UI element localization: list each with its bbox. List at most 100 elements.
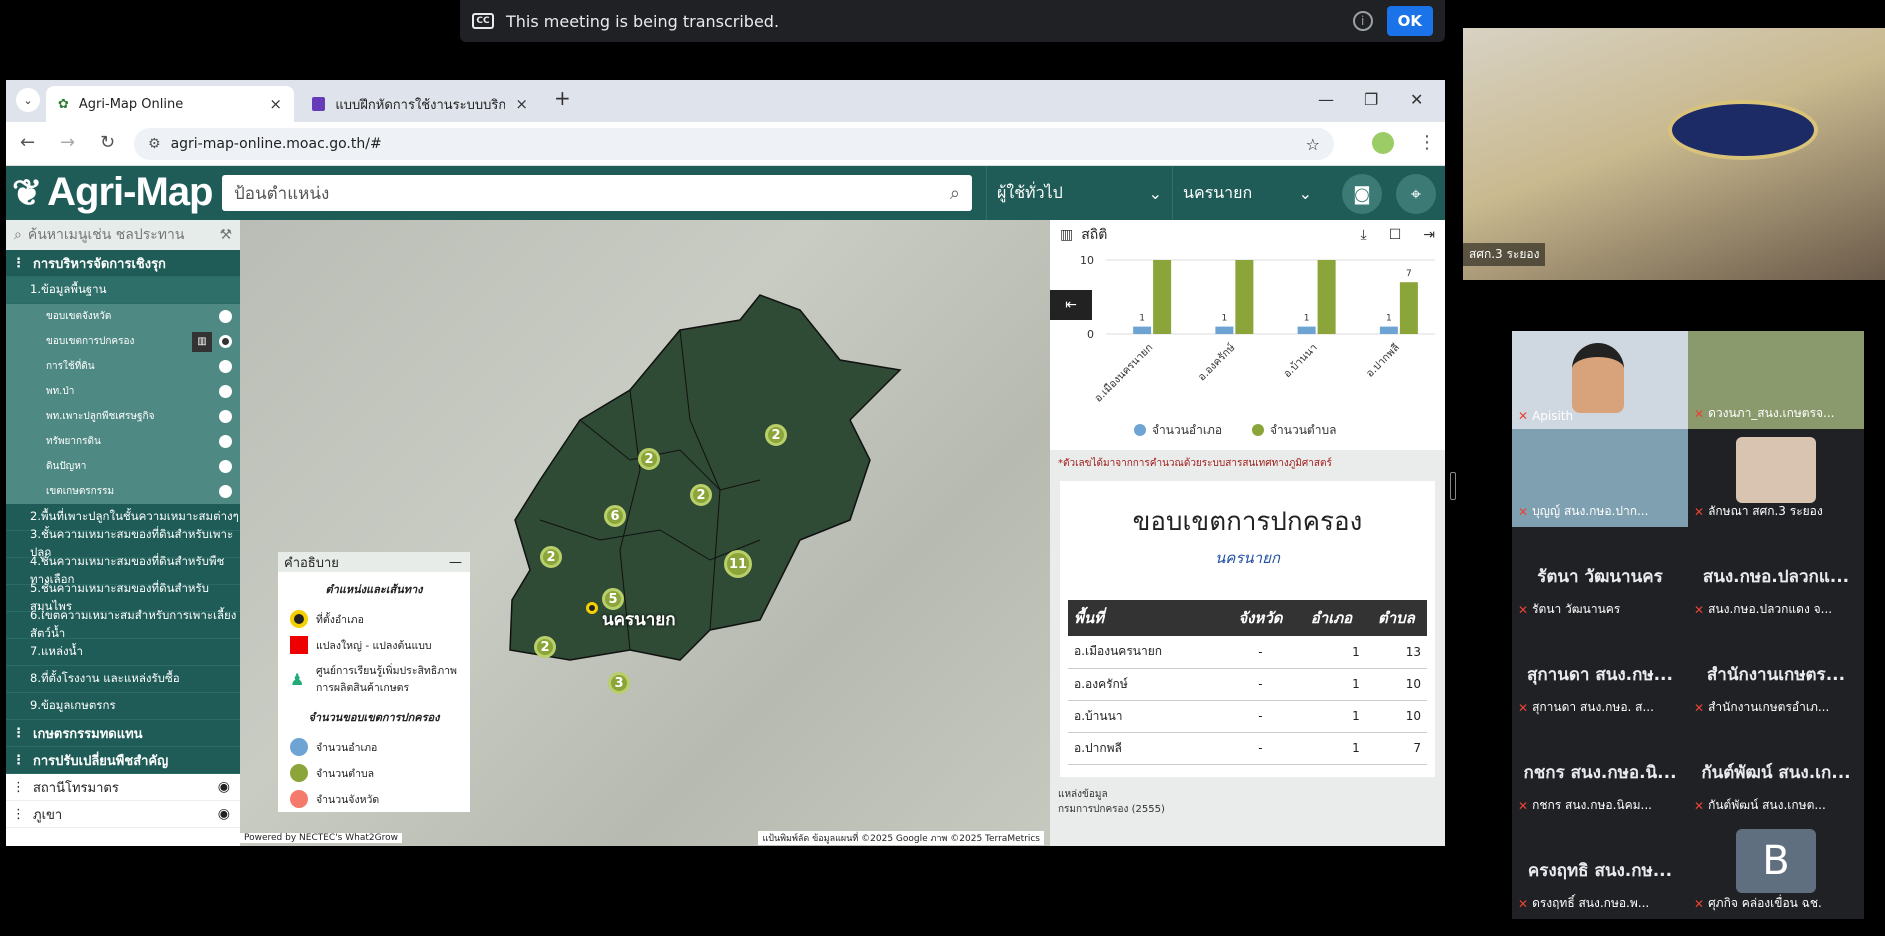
large-plot-symbol	[290, 636, 308, 654]
map-attribution[interactable]: แป้นพิมพ์ลัด ข้อมูลแผนที่ ©2025 Google ภ…	[758, 831, 1044, 845]
map-view[interactable]: 2 2 2 6 2 11 5 2 3 นครนายก คำอธิบาย — ตำแ…	[240, 220, 1050, 846]
camera-icon[interactable]: ◙	[1342, 174, 1382, 214]
forward-icon[interactable]: →	[60, 132, 75, 153]
participant-tile[interactable]: ครงฤทธิ สนง.กษ... ✕ ดรงฤทธิ์ สนง.กษอ.พ...	[1512, 821, 1688, 919]
layer-soil-resources[interactable]: ทรัพยากรดิน	[6, 429, 240, 454]
back-icon[interactable]: ←	[20, 132, 35, 153]
location-pin-icon[interactable]: ⌖	[1396, 174, 1436, 214]
layer-land-use[interactable]: การใช้ที่ดิน	[6, 354, 240, 379]
sub-basic-data[interactable]: 1.ข้อมูลพื้นฐาน	[6, 277, 240, 304]
sub-item-7[interactable]: 7.แหล่งน้ำ	[6, 639, 240, 666]
layer-radio[interactable]	[219, 385, 232, 398]
x-tick-label: อ.ปากพลี	[1363, 341, 1402, 380]
sub-item-6[interactable]: 6.เขตความเหมาะสมสำหรับการเพาะเลี้ยงสัตว์…	[6, 608, 240, 640]
layer-radio[interactable]	[219, 335, 232, 348]
participant-tile[interactable]: ✕ บุญญ์ สนง.กษอ.ปาก...	[1512, 429, 1688, 527]
cluster-marker[interactable]: 2	[540, 546, 562, 568]
bookmark-star-icon[interactable]: ☆	[1306, 135, 1320, 154]
location-search-input[interactable]: ป้อนตำแหน่ง ⌕	[222, 175, 972, 211]
eye-icon[interactable]: ◉	[218, 779, 230, 795]
profile-avatar[interactable]	[1372, 132, 1394, 154]
group-proactive-management[interactable]: ⋮ การบริหารจัดการเชิงรุก	[6, 250, 240, 277]
participant-tile[interactable]: รัตนา วัฒนานคร ✕ รัตนา วัฒนานคร	[1512, 527, 1688, 625]
url-field[interactable]: ⚙ agri-map-online.moac.go.th/# ☆	[134, 128, 1334, 160]
user-type-select[interactable]: ผู้ใช้ทั่วไป ⌄	[986, 166, 1172, 220]
eye-icon[interactable]: ◉	[218, 806, 230, 822]
minimize-icon[interactable]: —	[1318, 90, 1334, 109]
layer-radio[interactable]	[219, 410, 232, 423]
province-select[interactable]: นครนายก ⌄	[1172, 166, 1322, 220]
tab-search-icon[interactable]: ⌄	[16, 88, 40, 112]
sub-item-8[interactable]: 8.ที่ตั้งโรงงาน และแหล่งรับซื้อ	[6, 666, 240, 693]
participant-tile[interactable]: ✕ ลักษณา สศก.3 ระยอง	[1688, 429, 1864, 527]
layer-forest[interactable]: พท.ป่า	[6, 379, 240, 404]
layer-economic-crops[interactable]: พท.เพาะปลูกพืชเศรษฐกิจ	[6, 404, 240, 429]
participant-tile[interactable]: สุกานดา สนง.กษ... ✕ สุกานดา สนง.กษอ. ส...	[1512, 625, 1688, 723]
participant-tile[interactable]: ✕ ดวงนภา_สนง.เกษตรจ...	[1688, 331, 1864, 429]
drag-handle-icon[interactable]: ⋮	[12, 256, 25, 271]
cluster-marker[interactable]: 2	[534, 636, 556, 658]
new-tab-button[interactable]: +	[554, 86, 571, 110]
minimize-legend-icon[interactable]: —	[449, 555, 462, 570]
cell: 7	[1365, 732, 1427, 765]
tab-exercise[interactable]: แบบฝึกหัดการใช้งานระบบบริการข้อมู ×	[300, 86, 540, 122]
reload-icon[interactable]: ↻	[100, 132, 115, 153]
district-office-marker[interactable]	[586, 602, 598, 614]
close-panel-icon[interactable]: ⇥	[1423, 227, 1435, 243]
group-replacement-agri[interactable]: ⋮ เกษตรกรรมทดแทน	[6, 720, 240, 747]
district-office-symbol	[290, 610, 308, 628]
drag-handle-icon[interactable]: ⋮	[12, 780, 25, 795]
drag-handle-icon[interactable]: ⋮	[12, 753, 25, 768]
agri-map-logo[interactable]: ❦ Agri-Map	[12, 170, 214, 215]
layer-radio[interactable]	[219, 310, 232, 323]
cluster-marker[interactable]: 6	[604, 505, 626, 527]
layer-province-boundary[interactable]: ขอบเขตจังหวัด	[6, 304, 240, 329]
broom-icon[interactable]: ⚒	[219, 227, 232, 243]
station-item[interactable]: ⋮ สถานีโทรมาตร ◉	[6, 774, 240, 801]
browser-menu-icon[interactable]: ⋮	[1418, 132, 1436, 153]
cluster-marker[interactable]: 2	[690, 484, 712, 506]
layer-radio[interactable]	[219, 360, 232, 373]
sub-item-9[interactable]: 9.ข้อมูลเกษตรกร	[6, 693, 240, 720]
ok-button[interactable]: OK	[1386, 6, 1433, 36]
info-icon[interactable]: i	[1352, 11, 1373, 31]
layer-agri-zone[interactable]: เขตเกษตรกรรม	[6, 479, 240, 504]
close-tab-icon[interactable]: ×	[515, 95, 528, 113]
menu-search-input[interactable]: ⌕ ค้นหาเมนูเช่น ชลประทาน ⚒	[6, 220, 240, 250]
drag-handle-icon[interactable]: ⋮	[12, 807, 25, 822]
mountain-item[interactable]: ⋮ ภูเขา ◉	[6, 801, 240, 828]
legend-marker	[1252, 424, 1264, 436]
layer-radio[interactable]	[219, 485, 232, 498]
layer-radio[interactable]	[219, 460, 232, 473]
restore-icon[interactable]: ❐	[1364, 90, 1378, 109]
url-text: agri-map-online.moac.go.th/#	[170, 136, 382, 152]
statistics-icon[interactable]: ▥	[192, 331, 212, 352]
layer-radio[interactable]	[219, 435, 232, 448]
close-window-icon[interactable]: ✕	[1410, 90, 1423, 109]
group-crop-change[interactable]: ⋮ การปรับเปลี่ยนพืชสำคัญ	[6, 747, 240, 774]
cluster-marker[interactable]: 2	[638, 448, 660, 470]
site-info-icon[interactable]: ⚙	[148, 136, 161, 152]
participant-tile[interactable]: B ✕ ศุภกิจ คล่องเขื่อน ฉช.	[1688, 821, 1864, 919]
tab-agri-map[interactable]: ✿ Agri-Map Online ×	[46, 86, 294, 122]
participant-tile[interactable]: กชกร สนง.กษอ.นิ... ✕ กชกร สนง.กษอ.นิคม...	[1512, 723, 1688, 821]
participant-tile[interactable]: ✕ Apisith	[1512, 331, 1688, 429]
participant-tile[interactable]: สำนักงานเกษตร... ✕ สำนักงานเกษตรอำเภ...	[1688, 625, 1864, 723]
main-speaker-video[interactable]: สศก.3 ระยอง	[1463, 28, 1885, 280]
search-icon[interactable]: ⌕	[950, 183, 960, 204]
cluster-marker[interactable]: 11	[724, 550, 752, 578]
collapse-panel-icon[interactable]: ⇤	[1050, 290, 1092, 320]
download-icon[interactable]: ⤓	[1361, 227, 1367, 243]
participant-tile[interactable]: กันต์พัฒน์ สนง.เก... ✕ กันต์พัฒน์ สนง.เกษ…	[1688, 723, 1864, 821]
layer-admin-boundary[interactable]: ขอบเขตการปกครอง ▥	[6, 329, 240, 354]
close-tab-icon[interactable]: ×	[269, 95, 282, 113]
layer-problem-soil[interactable]: ดินปัญหา	[6, 454, 240, 479]
expand-icon[interactable]: ☐	[1389, 227, 1402, 243]
layer-label: ขอบเขตการปกครอง	[46, 336, 135, 347]
participant-tile[interactable]: สนง.กษอ.ปลวกแ... ✕ สนง.กษอ.ปลวกแดง จ...	[1688, 527, 1864, 625]
cluster-marker[interactable]: 3	[608, 672, 630, 694]
panel-resize-handle[interactable]	[1450, 472, 1456, 500]
participant-caption: ✕ ดรงฤทธิ์ สนง.กษอ.พ...	[1518, 894, 1649, 913]
cluster-marker[interactable]: 2	[765, 424, 787, 446]
drag-handle-icon[interactable]: ⋮	[12, 726, 25, 741]
